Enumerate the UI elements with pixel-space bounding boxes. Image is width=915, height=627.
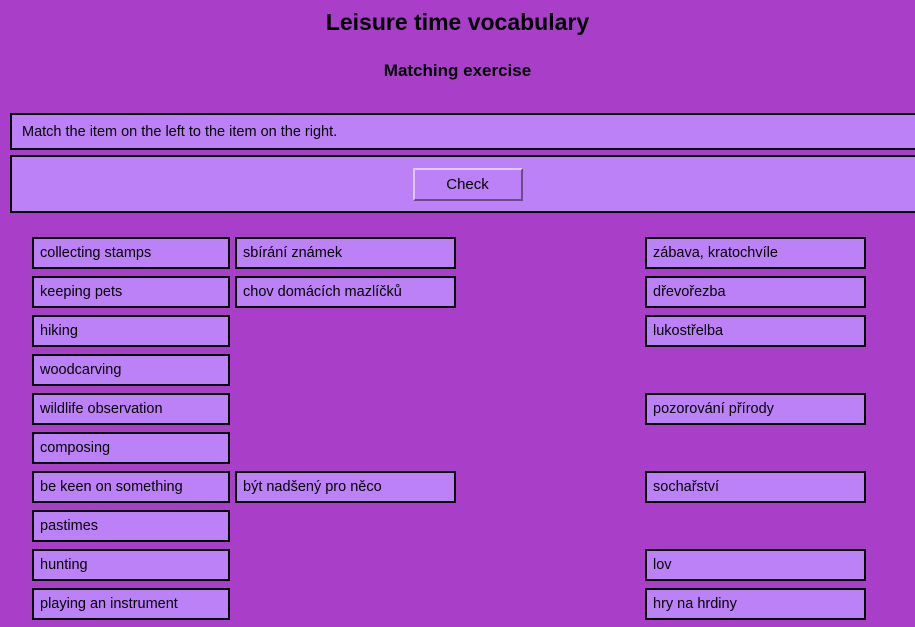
page-subtitle: Matching exercise [383, 61, 532, 80]
right-item-box[interactable]: zábava, kratochvíle [645, 237, 866, 269]
left-item-box[interactable]: collecting stamps [32, 237, 230, 269]
matching-row: composing [0, 432, 915, 471]
check-button-container: Check [12, 167, 915, 201]
matching-row: wildlife observation pozorování přírody [0, 393, 915, 432]
matched-answer-box[interactable]: sbírání známek [235, 237, 456, 269]
check-panel: Check [10, 155, 915, 213]
left-item-box[interactable]: composing [32, 432, 230, 464]
left-item-box[interactable]: woodcarving [32, 354, 230, 386]
left-item-box[interactable]: keeping pets [32, 276, 230, 308]
matching-row: hunting lov [0, 549, 915, 588]
instructions-text: Match the item on the left to the item o… [22, 123, 338, 140]
matching-row: pastimes [0, 510, 915, 549]
check-button[interactable]: Check [412, 167, 523, 201]
matching-row: hiking lukostřelba [0, 315, 915, 354]
matching-row: woodcarving [0, 354, 915, 393]
instructions-panel: Match the item on the left to the item o… [10, 113, 915, 150]
matched-answer-box[interactable]: chov domácích mazlíčků [235, 276, 456, 308]
right-item-box[interactable]: sochařství [645, 471, 866, 503]
page-title: Leisure time vocabulary [325, 9, 590, 35]
matching-row: playing an instrument hry na hrdiny [0, 588, 915, 627]
page-header: Leisure time vocabulary Matching exercis… [0, 0, 915, 82]
matched-answer-box[interactable]: být nadšený pro něco [235, 471, 456, 503]
left-item-box[interactable]: be keen on something [32, 471, 230, 503]
matching-grid: collecting stamps sbírání známek zábava, k… [0, 237, 915, 627]
left-item-box[interactable]: playing an instrument [32, 588, 230, 620]
right-item-box[interactable]: lukostřelba [645, 315, 866, 347]
left-item-box[interactable]: wildlife observation [32, 393, 230, 425]
left-item-box[interactable]: pastimes [32, 510, 230, 542]
right-item-box[interactable]: hry na hrdiny [645, 588, 866, 620]
right-item-box[interactable]: lov [645, 549, 866, 581]
matching-row: keeping pets chov domácích mazlíčků dřevoř… [0, 276, 915, 315]
left-item-box[interactable]: hiking [32, 315, 230, 347]
left-item-box[interactable]: hunting [32, 549, 230, 581]
matching-row: be keen on something být nadšený pro něco… [0, 471, 915, 510]
right-item-box[interactable]: pozorování přírody [645, 393, 866, 425]
right-item-box[interactable]: dřevořezba [645, 276, 866, 308]
matching-row: collecting stamps sbírání známek zábava, k… [0, 237, 915, 276]
